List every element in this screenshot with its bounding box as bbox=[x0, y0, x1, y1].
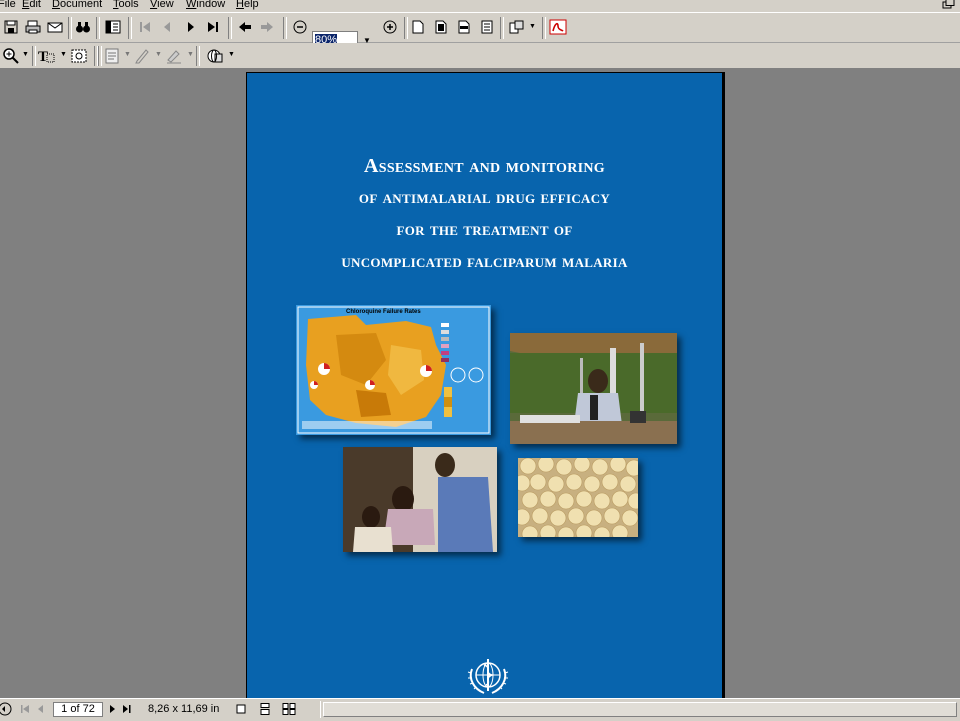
status-last-page-icon[interactable] bbox=[120, 699, 134, 719]
go-forward-icon[interactable] bbox=[256, 16, 278, 38]
fit-page-icon[interactable] bbox=[430, 16, 452, 38]
page-size-label: 8,26 x 11,69 in bbox=[148, 703, 220, 715]
email-icon[interactable] bbox=[44, 16, 66, 38]
text-select-icon[interactable]: T bbox=[36, 45, 58, 67]
cover-title-line-4: uncomplicated falciparum malaria bbox=[341, 251, 628, 272]
menu-document[interactable]: Document bbox=[52, 0, 102, 11]
horizontal-scrollbar[interactable] bbox=[320, 701, 960, 718]
cover-title-line-2: of antimalarial drug efficacy bbox=[358, 187, 611, 208]
note-dropdown-arrow[interactable]: ▼ bbox=[124, 51, 131, 58]
rotate-view-icon[interactable] bbox=[506, 16, 528, 38]
menu-edit[interactable]: Edit bbox=[22, 0, 41, 11]
note-tool-icon[interactable] bbox=[101, 45, 123, 67]
page-layout-toggle-icon[interactable] bbox=[0, 699, 14, 719]
toolbar-divider bbox=[228, 17, 232, 39]
toolbar-divider bbox=[196, 46, 200, 66]
web-capture-dropdown-arrow[interactable]: ▼ bbox=[228, 51, 235, 58]
zoom-tool-dropdown-arrow[interactable]: ▼ bbox=[22, 51, 29, 58]
menu-view[interactable]: View bbox=[150, 0, 174, 11]
toolbar-divider bbox=[283, 17, 287, 39]
first-page-icon[interactable] bbox=[134, 16, 156, 38]
cover-title-line-3: for the treatment of bbox=[396, 219, 573, 240]
web-capture-icon[interactable] bbox=[204, 45, 226, 67]
actual-size-icon[interactable] bbox=[407, 16, 429, 38]
status-bar: 1 of 72 8,26 x 11,69 in bbox=[0, 698, 960, 721]
toolbar-divider bbox=[96, 17, 100, 39]
tablets-photo bbox=[518, 458, 638, 537]
next-page-icon[interactable] bbox=[180, 16, 202, 38]
tools-toolbar: ▼ T ▼ ▼ ▼ ▼ ▼ bbox=[0, 43, 960, 69]
menu-file[interactable]: File bbox=[0, 0, 16, 11]
who-emblem-logo bbox=[466, 655, 510, 697]
zoom-in-icon[interactable] bbox=[379, 16, 401, 38]
single-page-layout-icon[interactable] bbox=[232, 699, 250, 719]
africa-map-image: Chloroquine Failure Rates bbox=[296, 305, 491, 435]
main-toolbar: 80% ▼ ▼ bbox=[0, 13, 960, 50]
last-page-icon[interactable] bbox=[202, 16, 224, 38]
menu-help[interactable]: Help bbox=[236, 0, 259, 11]
menu-window[interactable]: Window bbox=[186, 0, 225, 11]
go-back-icon[interactable] bbox=[234, 16, 256, 38]
document-page: Assessment and monitoring of antimalaria… bbox=[246, 72, 725, 700]
fit-width-icon[interactable] bbox=[453, 16, 475, 38]
facing-pages-layout-icon[interactable] bbox=[280, 699, 298, 719]
toolbar-divider bbox=[542, 17, 546, 39]
page-number-field[interactable]: 1 of 72 bbox=[53, 702, 103, 717]
microscope-photo bbox=[510, 333, 677, 444]
map-caption: Chloroquine Failure Rates bbox=[346, 309, 421, 315]
navigation-pane-icon[interactable] bbox=[102, 16, 124, 38]
status-next-page-icon[interactable] bbox=[105, 699, 119, 719]
highlighter-dropdown-arrow[interactable]: ▼ bbox=[187, 51, 194, 58]
search-binoculars-icon[interactable] bbox=[72, 16, 94, 38]
cover-title-line-1: Assessment and monitoring bbox=[364, 155, 605, 177]
status-first-page-icon[interactable] bbox=[18, 699, 32, 719]
child-treatment-photo bbox=[343, 447, 497, 552]
previous-page-icon[interactable] bbox=[156, 16, 178, 38]
scrollbar-thumb[interactable] bbox=[323, 702, 957, 717]
pencil-dropdown-arrow[interactable]: ▼ bbox=[155, 51, 162, 58]
continuous-layout-icon[interactable] bbox=[256, 699, 274, 719]
highlighter-tool-icon[interactable] bbox=[163, 45, 185, 67]
snapshot-tool-icon[interactable] bbox=[68, 45, 90, 67]
menu-bar: File Edit Document Tools View Window Hel… bbox=[0, 0, 960, 13]
menu-tools[interactable]: Tools bbox=[113, 0, 139, 11]
adobe-online-icon[interactable] bbox=[547, 16, 569, 38]
print-icon[interactable] bbox=[22, 16, 44, 38]
toolbar-divider bbox=[128, 17, 132, 39]
zoom-out-icon[interactable] bbox=[289, 16, 311, 38]
save-icon[interactable] bbox=[0, 16, 22, 38]
text-select-dropdown-arrow[interactable]: ▼ bbox=[60, 51, 67, 58]
restore-window-button[interactable] bbox=[940, 0, 958, 11]
status-previous-page-icon[interactable] bbox=[34, 699, 48, 719]
zoom-tool-icon[interactable] bbox=[0, 45, 22, 67]
toolbar-divider bbox=[500, 17, 504, 39]
fit-visible-icon[interactable] bbox=[476, 16, 498, 38]
pencil-tool-icon[interactable] bbox=[131, 45, 153, 67]
rotate-dropdown-arrow[interactable]: ▼ bbox=[529, 23, 536, 30]
